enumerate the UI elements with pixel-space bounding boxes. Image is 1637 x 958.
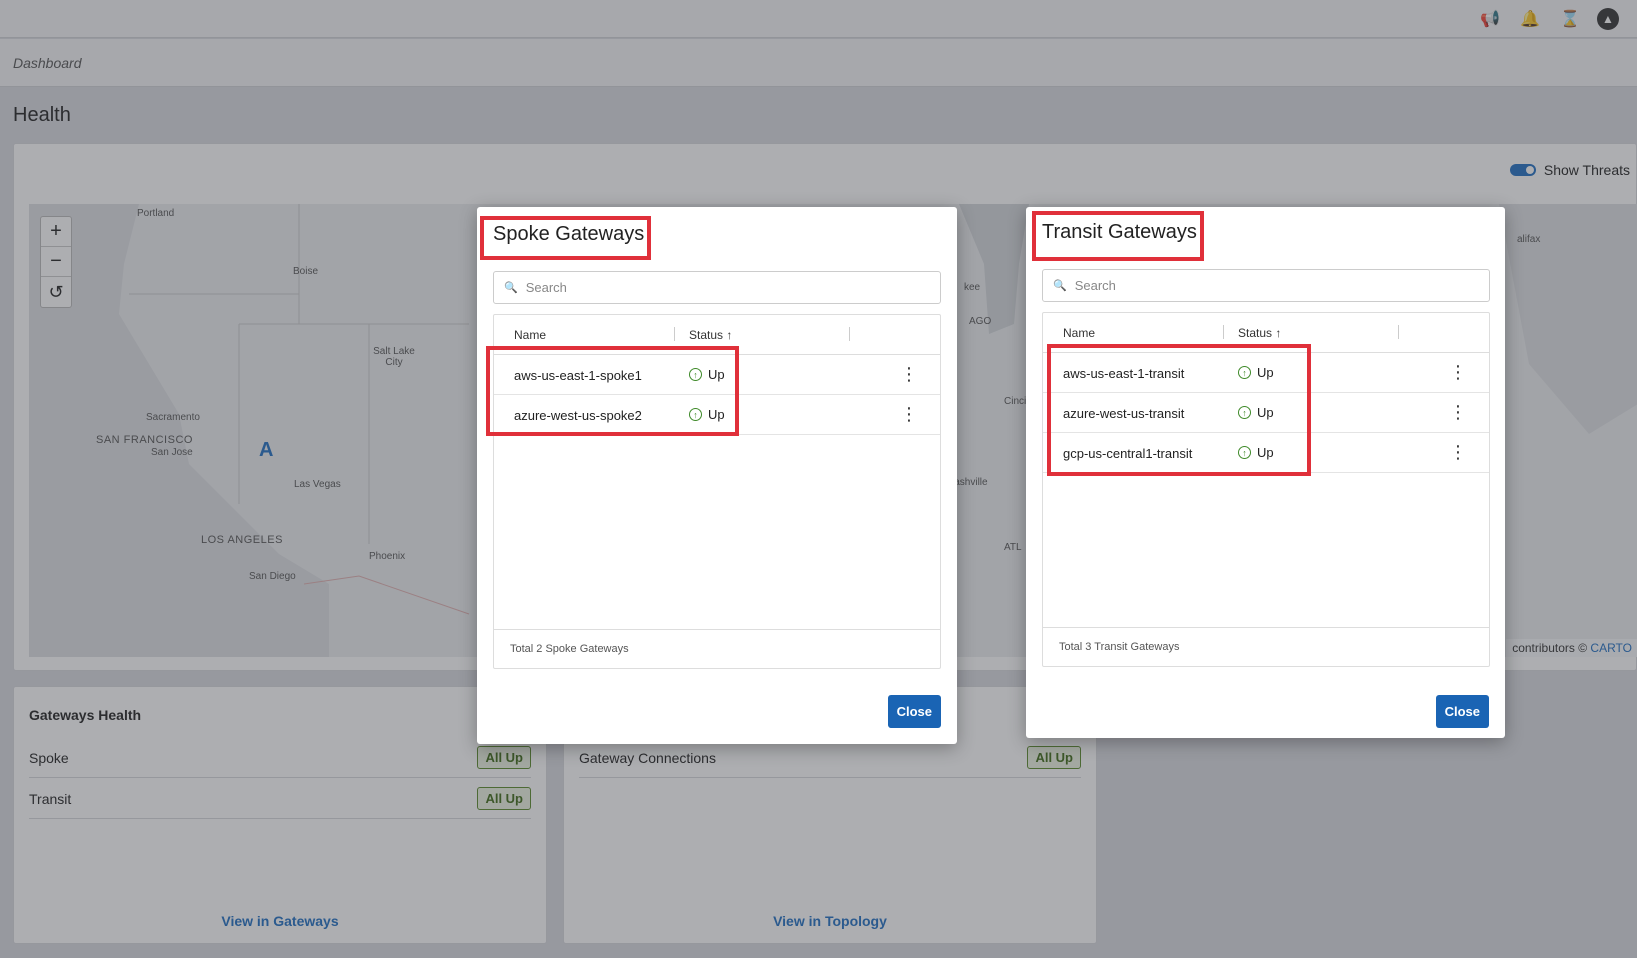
transit-gateways-dialog: Transit Gateways 🔍 Search Name Status ↑ …: [1026, 207, 1505, 738]
rows-highlight-box: [486, 346, 739, 436]
name-column-header[interactable]: Name: [1063, 326, 1095, 340]
status-column-header[interactable]: Status ↑: [689, 328, 732, 342]
transit-search-input[interactable]: 🔍 Search: [1042, 269, 1490, 302]
row-menu-icon[interactable]: ⋮: [1449, 362, 1467, 382]
name-column-header[interactable]: Name: [514, 328, 546, 342]
rows-highlight-box: [1047, 344, 1311, 476]
spoke-search-placeholder: Search: [525, 280, 567, 295]
status-column-header[interactable]: Status ↑: [1238, 326, 1281, 340]
spoke-close-button[interactable]: Close: [887, 695, 941, 728]
table-footer: Total 2 Spoke Gateways: [494, 629, 940, 668]
column-divider: [1398, 325, 1399, 339]
spoke-search-input[interactable]: 🔍 Search: [493, 271, 941, 304]
column-divider: [674, 327, 675, 341]
spoke-gateways-dialog: Spoke Gateways 🔍 Search Name Status ↑ aw…: [477, 207, 957, 744]
table-footer: Total 3 Transit Gateways: [1043, 627, 1489, 666]
transit-search-placeholder: Search: [1074, 278, 1116, 293]
row-menu-icon[interactable]: ⋮: [1449, 402, 1467, 422]
row-menu-icon[interactable]: ⋮: [1449, 442, 1467, 462]
column-divider: [1223, 325, 1224, 339]
column-divider: [849, 327, 850, 341]
search-icon: 🔍: [504, 282, 518, 294]
row-menu-icon[interactable]: ⋮: [900, 404, 918, 424]
transit-close-button[interactable]: Close: [1435, 695, 1489, 728]
row-menu-icon[interactable]: ⋮: [900, 364, 918, 384]
search-icon: 🔍: [1053, 280, 1067, 292]
title-highlight-box: [480, 216, 651, 260]
title-highlight-box: [1032, 211, 1204, 261]
